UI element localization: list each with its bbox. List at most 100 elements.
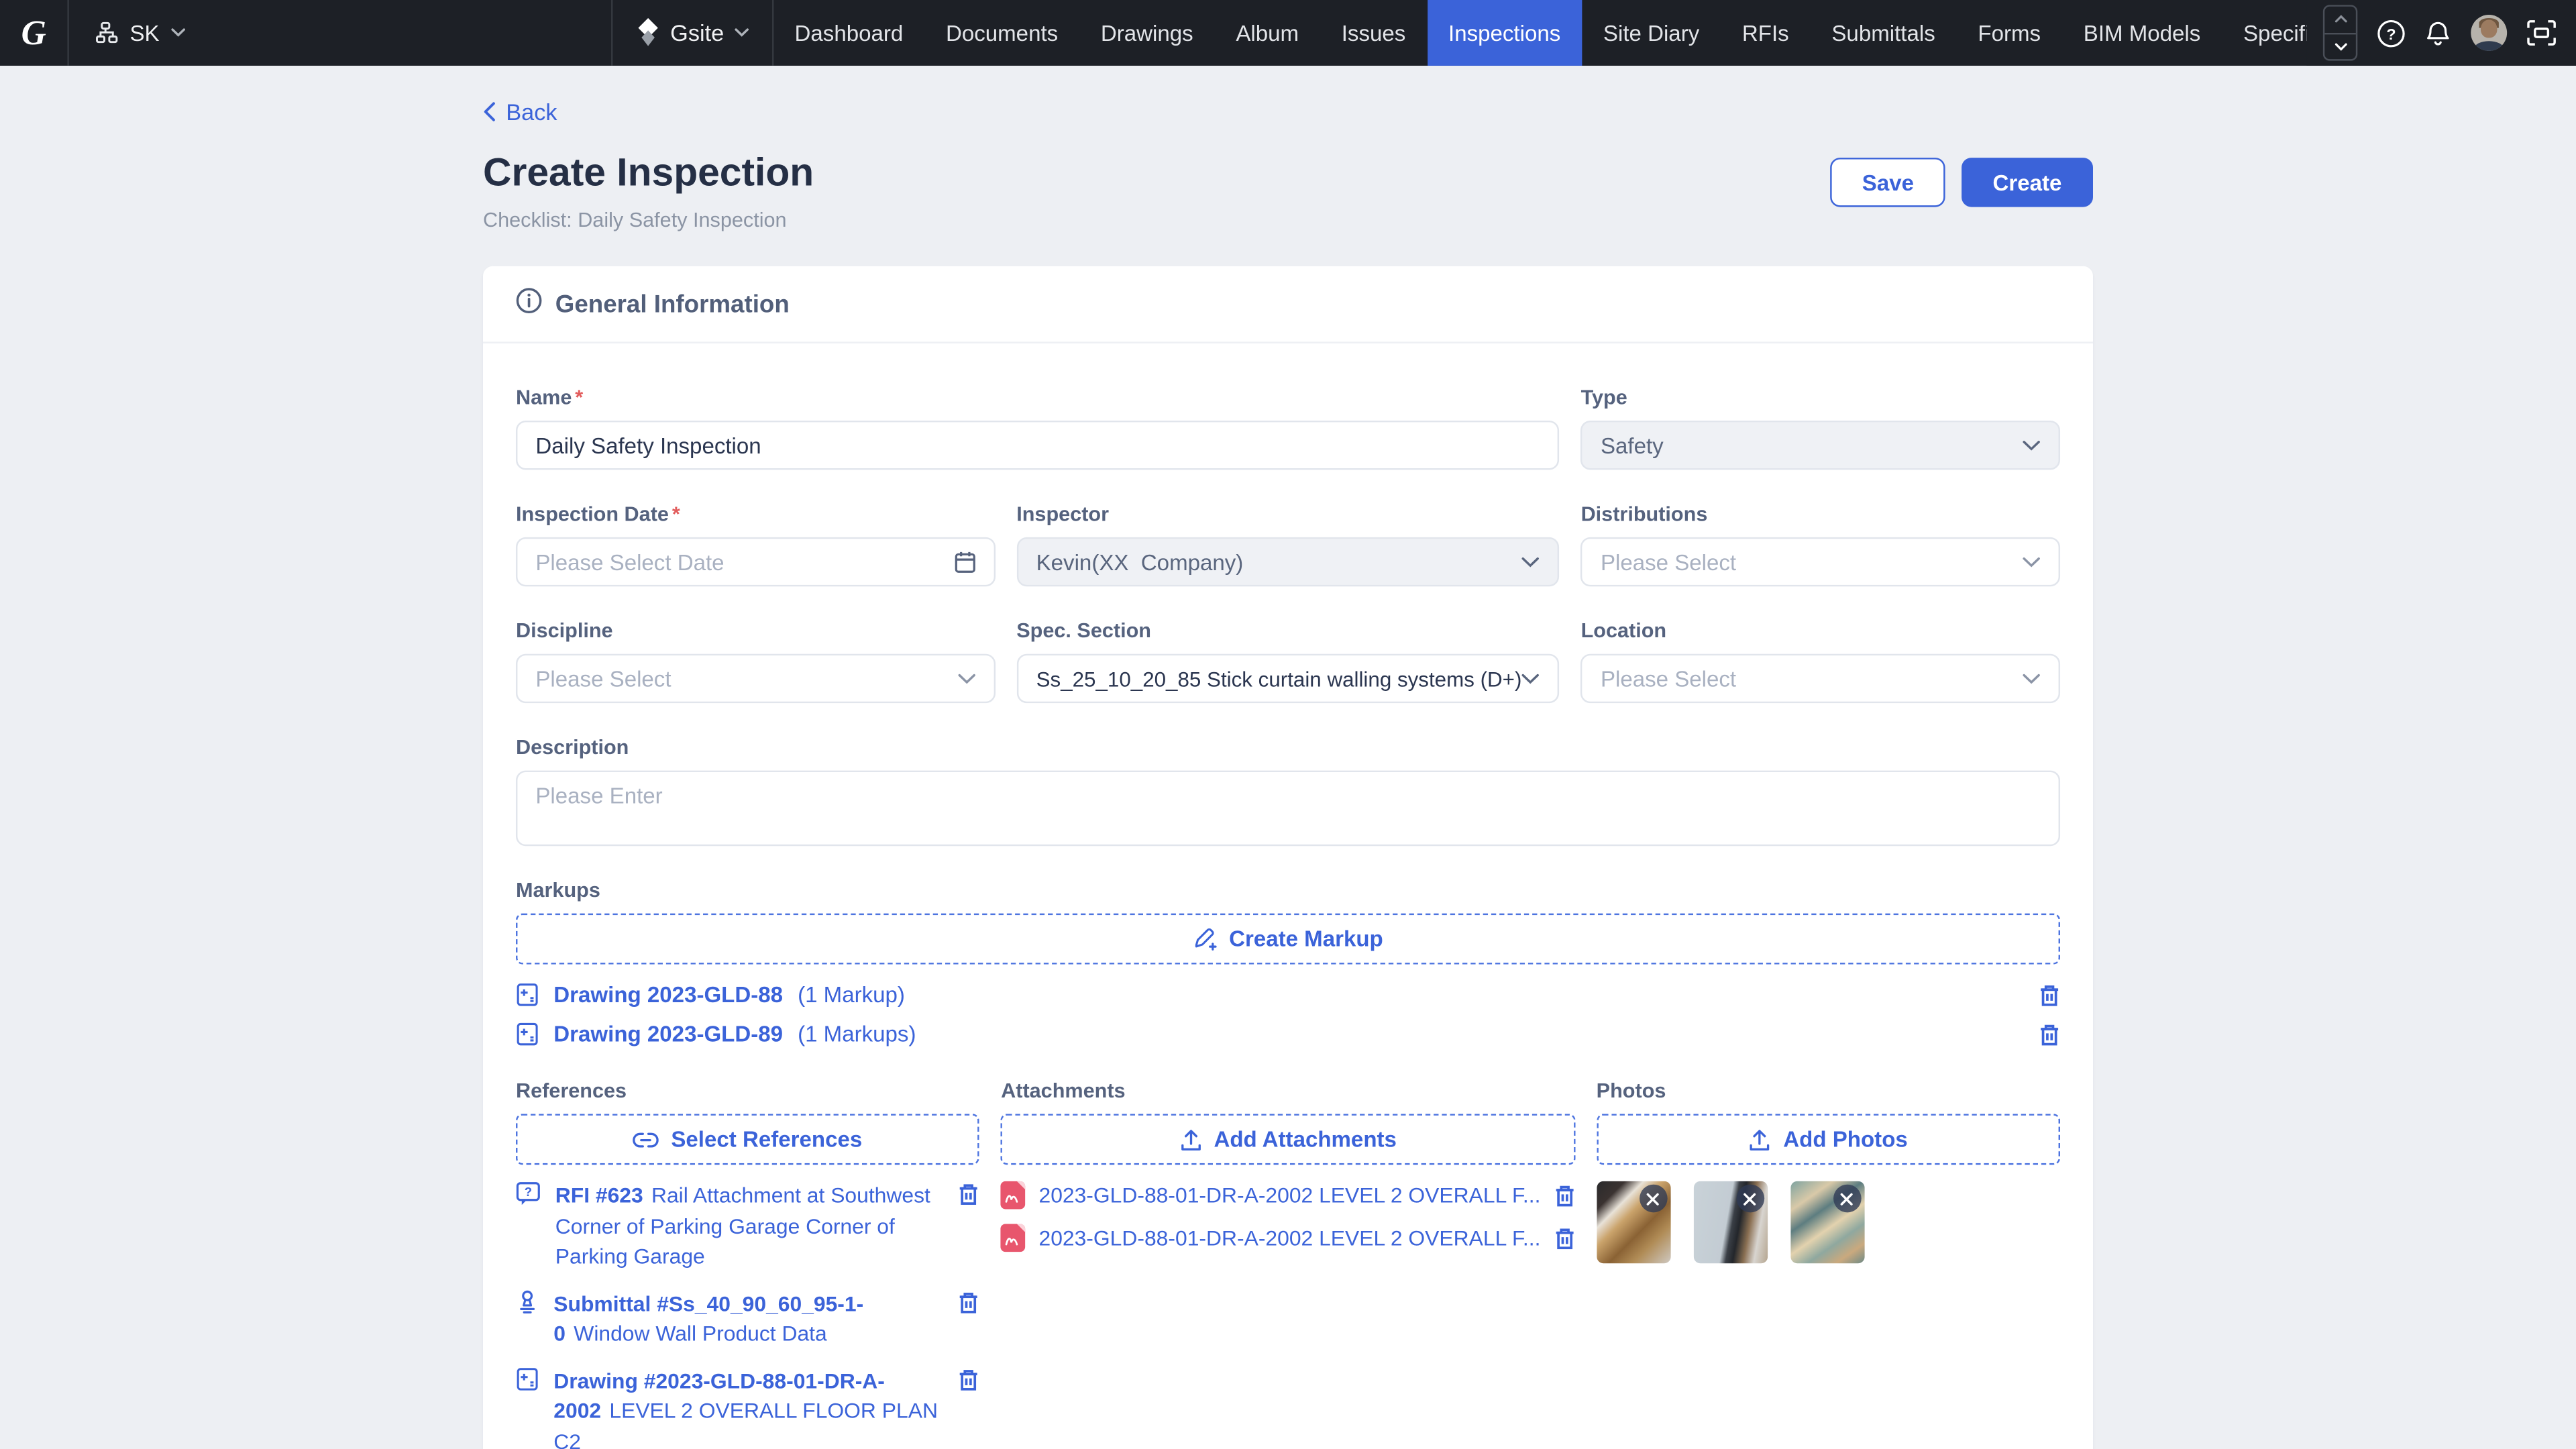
chevron-left-icon	[483, 102, 496, 121]
description-textarea[interactable]: Please Enter	[516, 771, 2060, 847]
distributions-label: Distributions	[1581, 503, 1708, 526]
markup-drawing-link[interactable]: Drawing 2023-GLD-89	[553, 1022, 783, 1047]
description-field-group: Description Please Enter	[516, 737, 2060, 847]
photo-thumbnail[interactable]	[1790, 1182, 1864, 1264]
attachment-link[interactable]: 2023-GLD-88-01-DR-A-2002 LEVEL 2 OVERALL…	[1038, 1226, 1540, 1251]
general-information-card: General Information Name* Daily Safety I…	[483, 267, 2093, 1449]
markup-count[interactable]: (1 Markups)	[798, 1022, 916, 1047]
reference-link[interactable]: Submittal #Ss_40_90_60_95-1-0Window Wall…	[553, 1289, 943, 1350]
reference-item: Submittal #Ss_40_90_60_95-1-0Window Wall…	[516, 1289, 979, 1350]
title-actions: Save Create	[1831, 158, 2093, 207]
nav-item-rfis[interactable]: RFIs	[1721, 0, 1810, 66]
type-label: Type	[1581, 386, 1627, 409]
delete-reference-button[interactable]	[958, 1291, 979, 1313]
nav-item-forms[interactable]: Forms	[1957, 0, 2062, 66]
create-button[interactable]: Create	[1962, 158, 2093, 207]
bell-icon[interactable]	[2425, 19, 2451, 47]
top-navbar: G SK Gsite Dashboard Documents Drawings …	[0, 0, 2576, 66]
drawing-doc-icon	[516, 1022, 539, 1047]
close-icon	[1840, 1193, 1854, 1206]
trash-icon	[958, 1291, 979, 1313]
discipline-select[interactable]: Please Select	[516, 655, 995, 704]
remove-photo-button[interactable]	[1639, 1185, 1667, 1214]
inspector-label: Inspector	[1016, 503, 1109, 526]
add-attachments-button[interactable]: Add Attachments	[1001, 1114, 1575, 1165]
help-icon[interactable]: ?	[2377, 19, 2406, 47]
delete-reference-button[interactable]	[958, 1368, 979, 1391]
pdf-icon	[1001, 1224, 1026, 1252]
location-select[interactable]: Please Select	[1581, 655, 2060, 704]
name-input[interactable]: Daily Safety Inspection	[516, 421, 1560, 470]
scroll-down-icon[interactable]	[2324, 34, 2356, 59]
save-button[interactable]: Save	[1831, 158, 1945, 207]
chevron-down-icon	[1521, 557, 1540, 568]
delete-reference-button[interactable]	[958, 1183, 979, 1206]
trash-icon	[2039, 985, 2060, 1008]
page-subtitle: Checklist: Daily Safety Inspection	[483, 209, 814, 232]
nav-item-bim-models[interactable]: BIM Models	[2062, 0, 2222, 66]
g-logo-icon: G	[21, 12, 46, 53]
select-references-button[interactable]: Select References	[516, 1114, 979, 1165]
nav-item-drawings[interactable]: Drawings	[1079, 0, 1215, 66]
inspection-date-input[interactable]: Please Select Date	[516, 538, 995, 587]
distributions-select[interactable]: Please Select	[1581, 538, 2060, 587]
nav-item-album[interactable]: Album	[1215, 0, 1320, 66]
chevron-down-icon	[1521, 674, 1540, 685]
back-button[interactable]: Back	[483, 99, 557, 125]
photo-thumbnail[interactable]	[1597, 1182, 1670, 1264]
attachment-link[interactable]: 2023-GLD-88-01-DR-A-2002 LEVEL 2 OVERALL…	[1038, 1183, 1540, 1208]
inspector-field-group: Inspector Kevin(XX Company)	[1016, 503, 1560, 587]
nav-controls: ?	[2306, 0, 2576, 66]
nav-item-site-diary[interactable]: Site Diary	[1582, 0, 1721, 66]
markup-item: Drawing 2023-GLD-89 (1 Markups)	[516, 1022, 2060, 1047]
trash-icon	[1554, 1228, 1575, 1250]
markup-drawing-link[interactable]: Drawing 2023-GLD-88	[553, 983, 783, 1008]
svg-text:?: ?	[525, 1185, 532, 1199]
remove-photo-button[interactable]	[1736, 1185, 1764, 1214]
photo-thumbnail[interactable]	[1693, 1182, 1767, 1264]
markup-count[interactable]: (1 Markup)	[798, 983, 905, 1008]
chevron-down-icon	[734, 28, 749, 38]
trash-icon	[958, 1183, 979, 1206]
scroll-up-icon[interactable]	[2324, 7, 2356, 34]
discipline-field-group: Discipline Please Select	[516, 620, 995, 704]
back-label: Back	[506, 99, 557, 125]
type-field-group: Type Safety	[1581, 386, 2060, 470]
nav-item-dashboard[interactable]: Dashboard	[773, 0, 924, 66]
type-select[interactable]: Safety	[1581, 421, 2060, 470]
nav-overflow-scroller[interactable]	[2323, 5, 2357, 60]
product-selector[interactable]: Gsite	[612, 0, 773, 66]
nav-item-issues[interactable]: Issues	[1320, 0, 1427, 66]
discipline-label: Discipline	[516, 620, 613, 643]
attachments-label: Attachments	[1001, 1080, 1125, 1103]
chevron-down-icon	[2023, 440, 2041, 451]
close-icon	[1743, 1193, 1757, 1206]
remove-photo-button[interactable]	[1833, 1185, 1861, 1214]
nav-item-inspections[interactable]: Inspections	[1427, 0, 1582, 66]
photos-label: Photos	[1597, 1080, 1666, 1103]
distributions-field-group: Distributions Please Select	[1581, 503, 2060, 587]
avatar[interactable]	[2471, 15, 2507, 51]
delete-markup-button[interactable]	[2039, 1024, 2060, 1047]
nav-item-submittals[interactable]: Submittals	[1811, 0, 1957, 66]
add-photos-button[interactable]: Add Photos	[1597, 1114, 2060, 1165]
references-group: References Select References ? RFI #623R…	[516, 1080, 979, 1449]
delete-markup-button[interactable]	[2039, 985, 2060, 1008]
svg-text:?: ?	[2386, 25, 2396, 42]
create-markup-button[interactable]: Create Markup	[516, 914, 2060, 965]
workspace-selector[interactable]: SK	[69, 0, 613, 66]
chevron-down-icon	[171, 28, 186, 38]
spec-section-select[interactable]: Ss_25_10_20_85 Stick curtain walling sys…	[1016, 655, 1560, 704]
org-tree-icon	[95, 21, 118, 44]
trash-icon	[1554, 1185, 1575, 1208]
fullscreen-icon[interactable]	[2527, 19, 2557, 46]
nav-item-documents[interactable]: Documents	[924, 0, 1079, 66]
inspector-select[interactable]: Kevin(XX Company)	[1016, 538, 1560, 587]
reference-link[interactable]: RFI #623Rail Attachment at Southwest Cor…	[555, 1182, 944, 1273]
reference-link[interactable]: Drawing #2023-GLD-88-01-DR-A-2002LEVEL 2…	[553, 1366, 943, 1449]
pen-plus-icon	[1193, 927, 1218, 952]
delete-attachment-button[interactable]	[1554, 1185, 1575, 1208]
markups-group: Markups Create Markup Drawing 2023-GLD-8…	[516, 879, 2060, 1047]
delete-attachment-button[interactable]	[1554, 1228, 1575, 1250]
app-logo[interactable]: G	[0, 0, 69, 66]
